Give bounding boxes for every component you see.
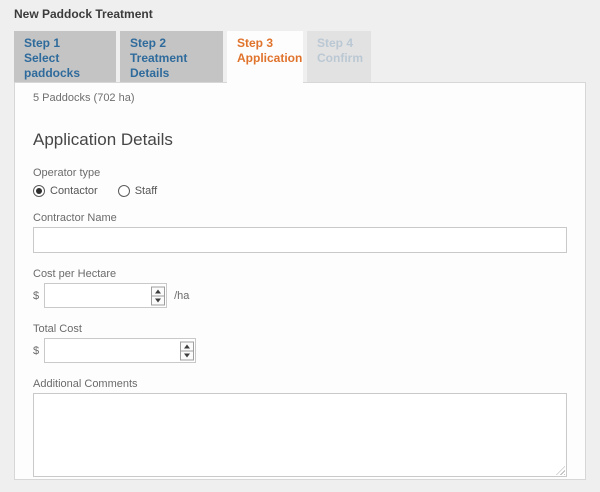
total-cost-label: Total Cost [33, 323, 567, 335]
radio-selected-icon[interactable] [33, 185, 45, 197]
new-paddock-treatment-page: New Paddock Treatment Step 1 Select padd… [0, 0, 600, 492]
stepper-up-icon[interactable] [152, 287, 164, 296]
tab-label-line: Treatment Details [130, 51, 219, 81]
cost-per-hectare-label: Cost per Hectare [33, 268, 567, 280]
stepper-down-icon[interactable] [152, 296, 164, 304]
tab-step-number: Step 3 [237, 36, 299, 51]
operator-type-group: Contactor Staff [33, 185, 567, 197]
radio-unselected-icon[interactable] [118, 185, 130, 197]
tab-step2-treatment-details[interactable]: Step 2 Treatment Details [120, 31, 223, 82]
radio-option-contactor[interactable]: Contactor [33, 185, 98, 197]
tab-step-number: Step 1 [24, 36, 112, 51]
cost-per-hectare-row: $ /ha [33, 283, 567, 308]
radio-option-label: Staff [135, 185, 157, 197]
page-title: New Paddock Treatment [14, 7, 153, 21]
tab-step-number: Step 2 [130, 36, 219, 51]
tab-step-number: Step 4 [317, 36, 367, 51]
additional-comments-textarea[interactable] [33, 393, 567, 477]
radio-option-label: Contactor [50, 185, 98, 197]
total-cost-input[interactable] [44, 338, 196, 363]
radio-option-staff[interactable]: Staff [118, 185, 157, 197]
tab-label-line: Application [237, 51, 299, 66]
tab-step4-confirm: Step 4 Confirm [307, 31, 371, 82]
number-stepper[interactable] [180, 341, 194, 360]
total-cost-row: $ [33, 338, 567, 363]
operator-type-label: Operator type [33, 167, 567, 179]
section-title: Application Details [33, 130, 567, 150]
tab-step3-application[interactable]: Step 3 Application [227, 31, 303, 87]
currency-prefix: $ [33, 290, 39, 302]
stepper-up-icon[interactable] [181, 342, 193, 351]
tab-label-line: Confirm [317, 51, 367, 66]
tab-label-line: Select paddocks [24, 51, 112, 81]
step-content-panel: 5 Paddocks (702 ha) Application Details … [14, 82, 586, 480]
contractor-name-label: Contractor Name [33, 212, 567, 224]
per-hectare-suffix: /ha [174, 290, 189, 302]
tab-step1-select-paddocks[interactable]: Step 1 Select paddocks and date [14, 31, 116, 82]
stepper-down-icon[interactable] [181, 351, 193, 359]
number-stepper[interactable] [151, 286, 165, 305]
paddock-summary: 5 Paddocks (702 ha) [33, 92, 567, 104]
cost-per-hectare-input[interactable] [44, 283, 167, 308]
additional-comments-wrap [33, 393, 567, 477]
currency-prefix: $ [33, 345, 39, 357]
wizard-tabs: Step 1 Select paddocks and date Step 2 T… [14, 31, 371, 87]
contractor-name-input[interactable] [33, 227, 567, 253]
additional-comments-label: Additional Comments [33, 378, 567, 390]
